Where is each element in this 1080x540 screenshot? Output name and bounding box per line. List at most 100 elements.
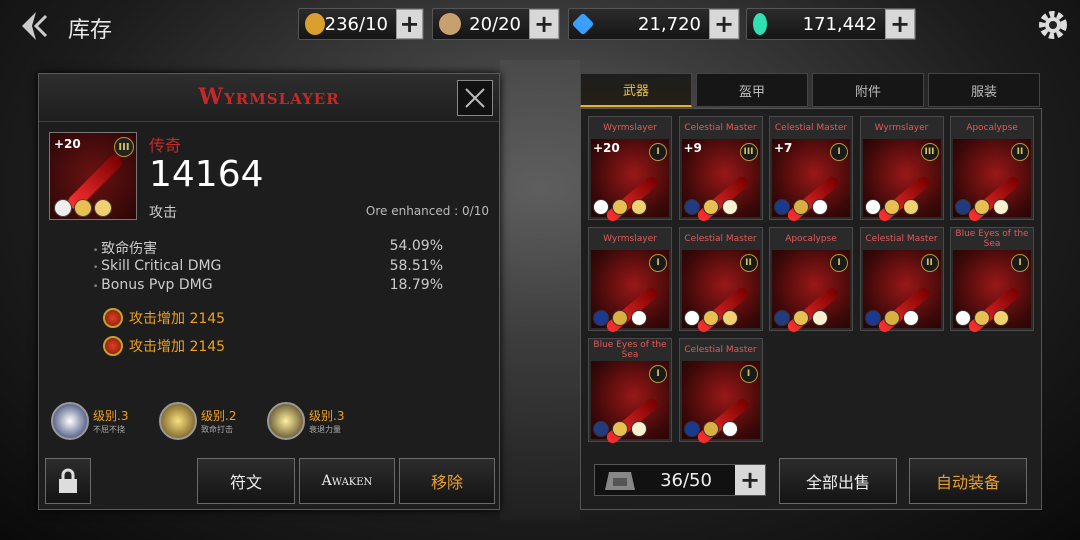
sword-icon [604, 174, 660, 224]
gear-icon[interactable] [1036, 8, 1070, 42]
rune-button[interactable]: 符文 [197, 458, 295, 504]
skill-slot-icon [721, 199, 738, 215]
background-pillar [500, 60, 580, 520]
sword-icon [966, 285, 1022, 335]
skill-slot-icon [721, 421, 738, 437]
sell-all-button[interactable]: 全部出售 [779, 458, 897, 504]
add-crystal-button[interactable]: + [709, 9, 739, 39]
item-header: Wyrmslayer [39, 74, 499, 122]
tier-badge: I [830, 143, 848, 161]
skill-slot-icon [702, 199, 719, 215]
skill-slot-icon [683, 310, 700, 326]
skill-level: 级别.2 [201, 409, 237, 423]
skill-slot-icon [774, 310, 790, 326]
stat-name: Bonus Pvp DMG [93, 277, 212, 293]
skill-slot-icon [902, 310, 919, 326]
resource-blue-crystal: 21,720 + [568, 8, 740, 40]
skill-desc: 不屈不挠 [93, 425, 125, 434]
attack-gem-icon [103, 336, 123, 356]
auto-equip-button[interactable]: 自动装备 [909, 458, 1027, 504]
back-arrow-icon[interactable] [14, 8, 54, 44]
resource-stamina: 236/10 + [298, 8, 424, 40]
bonus-text: 攻击增加 2145 [129, 311, 226, 327]
slot-item-name: Wyrmslayer [603, 123, 657, 133]
resource-value: 20/20 [469, 13, 521, 35]
skill-slot-icon [864, 310, 881, 326]
stat-value: 54.09% [389, 238, 443, 254]
skill-slot-icon [955, 310, 971, 326]
stat-row: 致命伤害 54.09% [93, 238, 443, 258]
tab-weapon[interactable]: 武器 [580, 73, 692, 107]
close-button[interactable] [457, 80, 493, 116]
inventory-slot[interactable]: Wyrmslayer +20 I [588, 116, 672, 224]
stat-name: Skill Critical DMG [93, 258, 221, 274]
expand-bag-button[interactable]: + [735, 465, 765, 495]
page-title: 库存 [68, 18, 113, 43]
skill-slot-icon [812, 310, 828, 326]
inventory-slot[interactable]: Apocalypse I [769, 227, 853, 335]
skill-slot-icon [683, 421, 700, 437]
skill-1[interactable]: 级别.3 不屈不挠 [51, 402, 128, 440]
tier-badge: II [1011, 143, 1029, 161]
inventory-slot[interactable]: Blue Eyes of the Sea I [588, 338, 672, 446]
skill-3[interactable]: 级别.3 衰退力量 [267, 402, 344, 440]
skill-slot-icon [593, 199, 609, 215]
skill-slot-icon [631, 310, 647, 326]
skill-desc: 衰退力量 [309, 425, 341, 434]
tier-badge: I [649, 143, 667, 161]
inventory-slot[interactable]: Wyrmslayer I [588, 227, 672, 335]
inventory-slot[interactable]: Wyrmslayer III [859, 116, 944, 224]
skill-slot-icon [74, 199, 92, 217]
skill-slot-icon [974, 310, 990, 326]
slot-item-name: Celestial Master [684, 123, 757, 133]
add-cookie-button[interactable]: + [529, 9, 559, 39]
inventory-slot[interactable]: Apocalypse II [950, 116, 1034, 224]
sword-icon [604, 285, 660, 335]
skill-slot-icon [902, 199, 919, 215]
inventory-slot[interactable]: Celestial Master I [678, 338, 763, 446]
tier-badge: II [920, 254, 939, 272]
tier-badge: I [830, 254, 848, 272]
skill-icon [51, 402, 89, 440]
tier-badge: I [649, 365, 667, 383]
gem-icon [753, 13, 767, 35]
slot-item-name: Blue Eyes of the Sea [955, 229, 1029, 249]
inventory-slot[interactable]: Celestial Master +7 I [769, 116, 853, 224]
inventory-slot[interactable]: Celestial Master II [678, 227, 763, 335]
add-stamina-button[interactable]: + [395, 9, 423, 39]
skill-slot-icon [702, 310, 719, 326]
skill-slot-icon [94, 199, 112, 217]
add-gem-button[interactable]: + [885, 9, 915, 39]
inventory-slot[interactable]: Celestial Master +9 III [678, 116, 763, 224]
slot-item-name: Apocalypse [785, 234, 837, 244]
sword-icon [966, 174, 1022, 224]
stat-value: 58.51% [389, 258, 443, 274]
inventory-slot[interactable]: Celestial Master II [859, 227, 944, 335]
skill-level: 级别.3 [309, 409, 345, 423]
tab-armor[interactable]: 盔甲 [696, 73, 808, 107]
resource-cookie: 20/20 + [432, 8, 560, 40]
rarity-label: 传奇 [149, 136, 182, 155]
bag-count: 36/50 [660, 469, 712, 491]
potion-icon [305, 13, 325, 35]
skill-slot-icon [974, 199, 990, 215]
skill-slot-icon [993, 310, 1009, 326]
skill-slot-icon [593, 421, 609, 437]
skill-slot-icon [702, 421, 719, 437]
tab-costume[interactable]: 服装 [928, 73, 1040, 107]
skill-slot-icon [955, 199, 971, 215]
skill-slot-icon [883, 199, 900, 215]
awaken-button[interactable]: Awaken [299, 458, 395, 504]
sword-icon [875, 174, 932, 224]
stat-name: 致命伤害 [93, 238, 157, 258]
stat-value: 18.79% [389, 277, 443, 293]
inventory-slot[interactable]: Blue Eyes of the Sea I [950, 227, 1034, 335]
remove-button[interactable]: 移除 [399, 458, 495, 504]
slot-item-name: Celestial Master [865, 234, 938, 244]
tab-accessory[interactable]: 附件 [812, 73, 924, 107]
bonus-text: 攻击增加 2145 [129, 339, 226, 355]
skill-2[interactable]: 级别.2 致命打击 [159, 402, 236, 440]
sword-icon [875, 285, 932, 335]
bag-capacity: 36/50 + [594, 464, 766, 496]
lock-button[interactable] [45, 458, 91, 504]
